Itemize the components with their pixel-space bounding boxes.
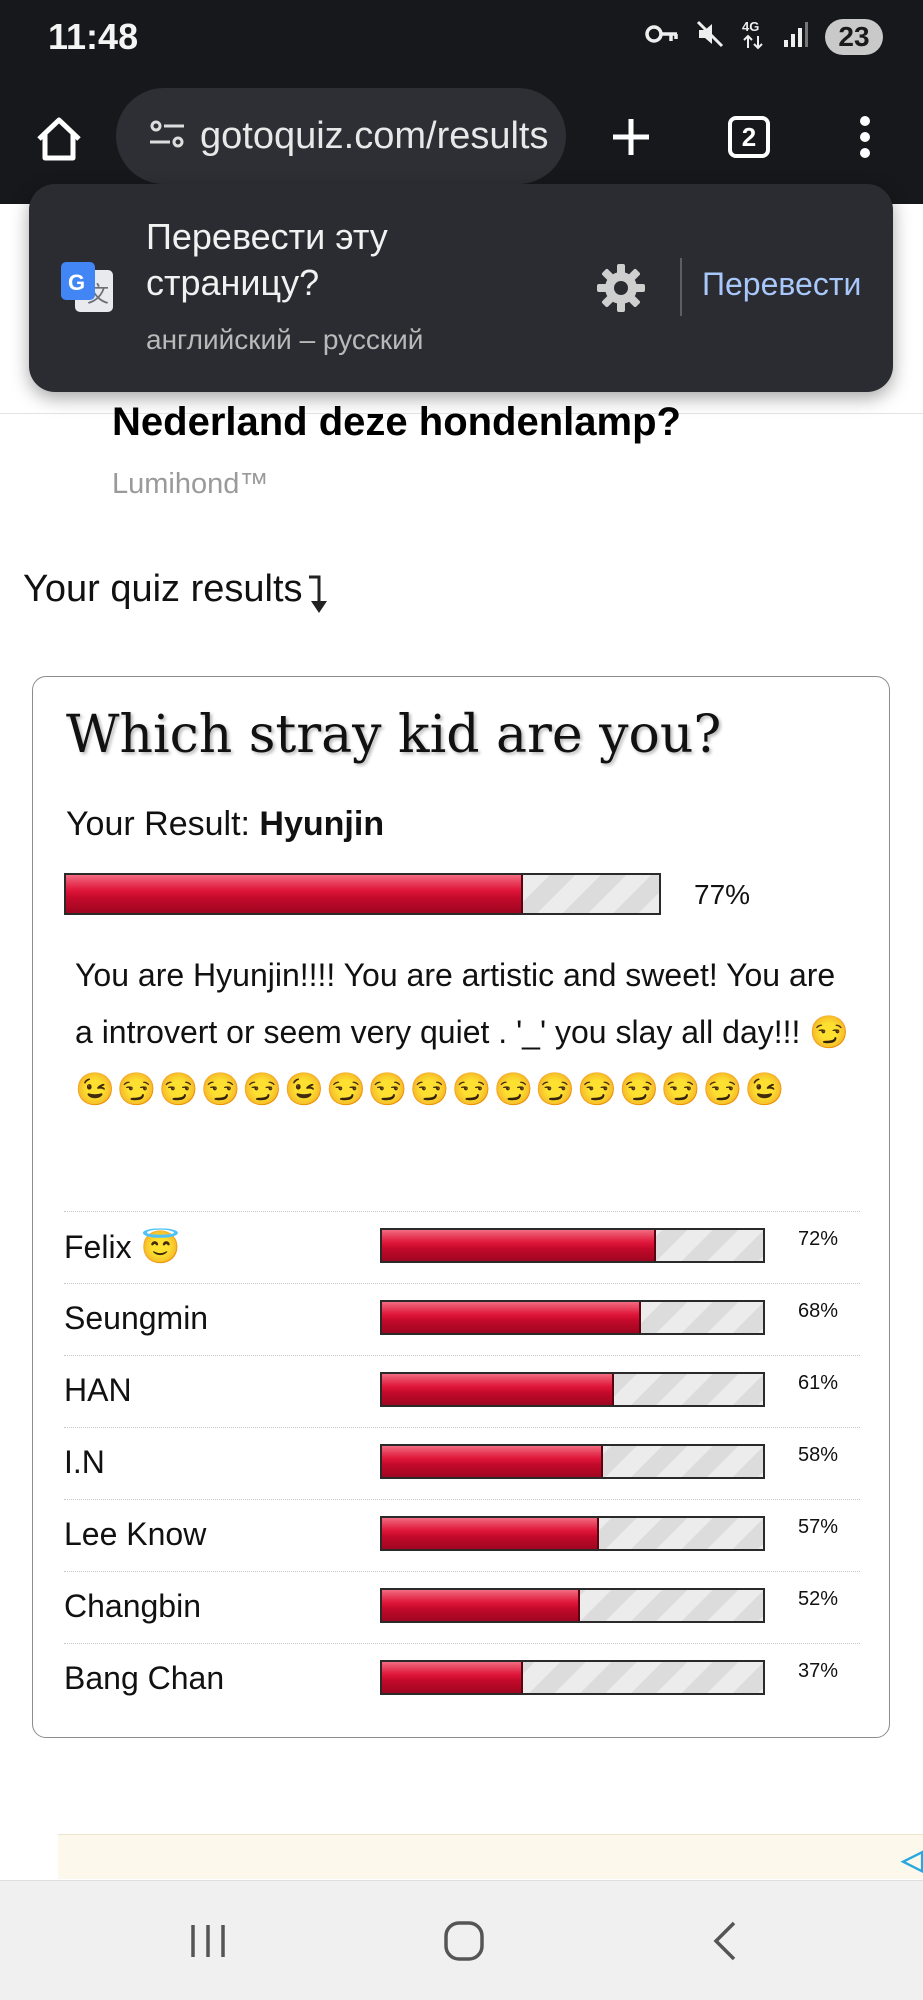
translate-settings-button[interactable]: [595, 262, 647, 319]
other-results-list: Felix 😇 72% Seungmin 68% HAN 61% I.N 58% Lee Kno…: [64, 1211, 860, 1715]
result-percent: 77%: [694, 879, 751, 910]
back-button[interactable]: [694, 1911, 754, 1971]
home-button[interactable]: [28, 108, 90, 170]
page-content: Nederland deze hondenlamp? Lumihond™ You…: [0, 204, 923, 1879]
other-result-row: Bang Chan 37%: [64, 1643, 860, 1715]
menu-button[interactable]: [834, 106, 896, 168]
url-text: gotoquiz.com/results: [200, 114, 549, 157]
result-bar-fill: [66, 875, 523, 913]
recent-apps-button[interactable]: [178, 1911, 238, 1971]
other-result-bar-fill: [382, 1230, 657, 1261]
result-name: Hyunjin: [259, 805, 385, 843]
other-result-bar-fill: [382, 1374, 615, 1405]
ad-headline[interactable]: Nederland deze hondenlamp?: [112, 400, 681, 445]
result-description: You are Hyunjin!!!! You are artistic and…: [75, 947, 855, 1118]
other-result-bar-fill: [382, 1446, 603, 1477]
other-result-percent: 68%: [798, 1300, 839, 1322]
other-result-percent: 61%: [798, 1372, 839, 1394]
other-result-name: Felix 😇: [64, 1229, 181, 1265]
other-result-percent: 57%: [798, 1516, 839, 1538]
quiz-title: Which stray kid are you?: [66, 705, 722, 765]
translate-popup: 文 G Перевести эту страницу? английский –…: [29, 184, 893, 392]
bottom-ad-banner[interactable]: ◁: [58, 1834, 923, 1879]
other-result-bar-fill: [382, 1302, 642, 1333]
other-result-bar: [380, 1372, 765, 1407]
arrow-down-icon: [307, 573, 331, 625]
translate-languages: английский – русский: [146, 324, 424, 355]
site-settings-icon[interactable]: [148, 118, 186, 155]
ad-choices-icon[interactable]: ◁: [901, 1843, 923, 1876]
quiz-results-label: Your quiz results: [23, 568, 303, 610]
other-result-percent: 52%: [798, 1588, 839, 1610]
home-icon: [37, 117, 81, 161]
other-result-row: HAN 61%: [64, 1355, 860, 1427]
other-result-name: Bang Chan: [64, 1660, 225, 1696]
other-result-percent: 58%: [798, 1444, 839, 1466]
new-tab-button[interactable]: [600, 106, 662, 168]
translate-button[interactable]: Перевести: [702, 266, 861, 303]
4g-icon: 4G: [741, 18, 767, 55]
status-bar: 11:48 4G 23: [0, 0, 923, 76]
ad-source: Lumihond™: [112, 468, 269, 500]
result-prefix: Your Result:: [66, 805, 250, 843]
address-bar[interactable]: gotoquiz.com/results: [116, 88, 566, 184]
system-nav-bar: [0, 1880, 923, 2000]
other-result-row: Felix 😇 72%: [64, 1211, 860, 1283]
other-result-bar-fill: [382, 1590, 581, 1621]
other-result-bar: [380, 1228, 765, 1263]
recent-apps-icon: [191, 1925, 225, 1957]
svg-text:4G: 4G: [742, 19, 759, 34]
result-bar: [64, 873, 661, 915]
other-result-bar: [380, 1660, 765, 1695]
other-result-bar: [380, 1300, 765, 1335]
other-result-row: Lee Know 57%: [64, 1499, 860, 1571]
gear-icon: [597, 264, 645, 312]
battery-indicator: 23: [825, 18, 883, 55]
key-icon: [645, 22, 679, 51]
other-result-bar: [380, 1588, 765, 1623]
other-result-name: HAN: [64, 1372, 132, 1408]
other-result-percent: 72%: [798, 1228, 839, 1250]
other-result-name: Changbin: [64, 1588, 201, 1624]
translate-divider: [680, 258, 682, 316]
signal-icon: [783, 20, 809, 53]
tab-switcher-button[interactable]: 2: [718, 106, 780, 168]
other-result-name: Seungmin: [64, 1300, 209, 1336]
other-result-name: Lee Know: [64, 1516, 207, 1552]
other-result-row: Seungmin 68%: [64, 1283, 860, 1355]
other-result-bar: [380, 1516, 765, 1551]
other-result-bar-fill: [382, 1518, 600, 1549]
mute-icon: [695, 19, 725, 54]
more-vert-icon: [860, 116, 870, 158]
other-result-bar: [380, 1444, 765, 1479]
your-result: Your Result: Hyunjin: [66, 805, 384, 844]
status-time: 11:48: [48, 16, 139, 57]
home-icon: [444, 1921, 484, 1961]
svg-text:G: G: [68, 270, 85, 295]
other-result-row: I.N 58%: [64, 1427, 860, 1499]
home-nav-button[interactable]: [434, 1911, 494, 1971]
back-icon: [713, 1921, 736, 1961]
other-result-row: Changbin 52%: [64, 1571, 860, 1643]
other-result-bar-fill: [382, 1662, 523, 1693]
status-icons: 4G 23: [645, 18, 883, 55]
other-result-name: I.N: [64, 1444, 105, 1480]
google-translate-icon: 文 G: [59, 260, 115, 321]
quiz-results-heading: Your quiz results: [23, 568, 331, 625]
result-description-text: You are Hyunjin!!!! You are artistic and…: [75, 957, 836, 1050]
tab-count: 2: [728, 116, 770, 158]
other-result-percent: 37%: [798, 1660, 839, 1682]
plus-icon: [613, 119, 649, 155]
result-card: Which stray kid are you? Your Result: Hy…: [32, 676, 890, 1738]
translate-title: Перевести эту страницу?: [146, 216, 388, 303]
